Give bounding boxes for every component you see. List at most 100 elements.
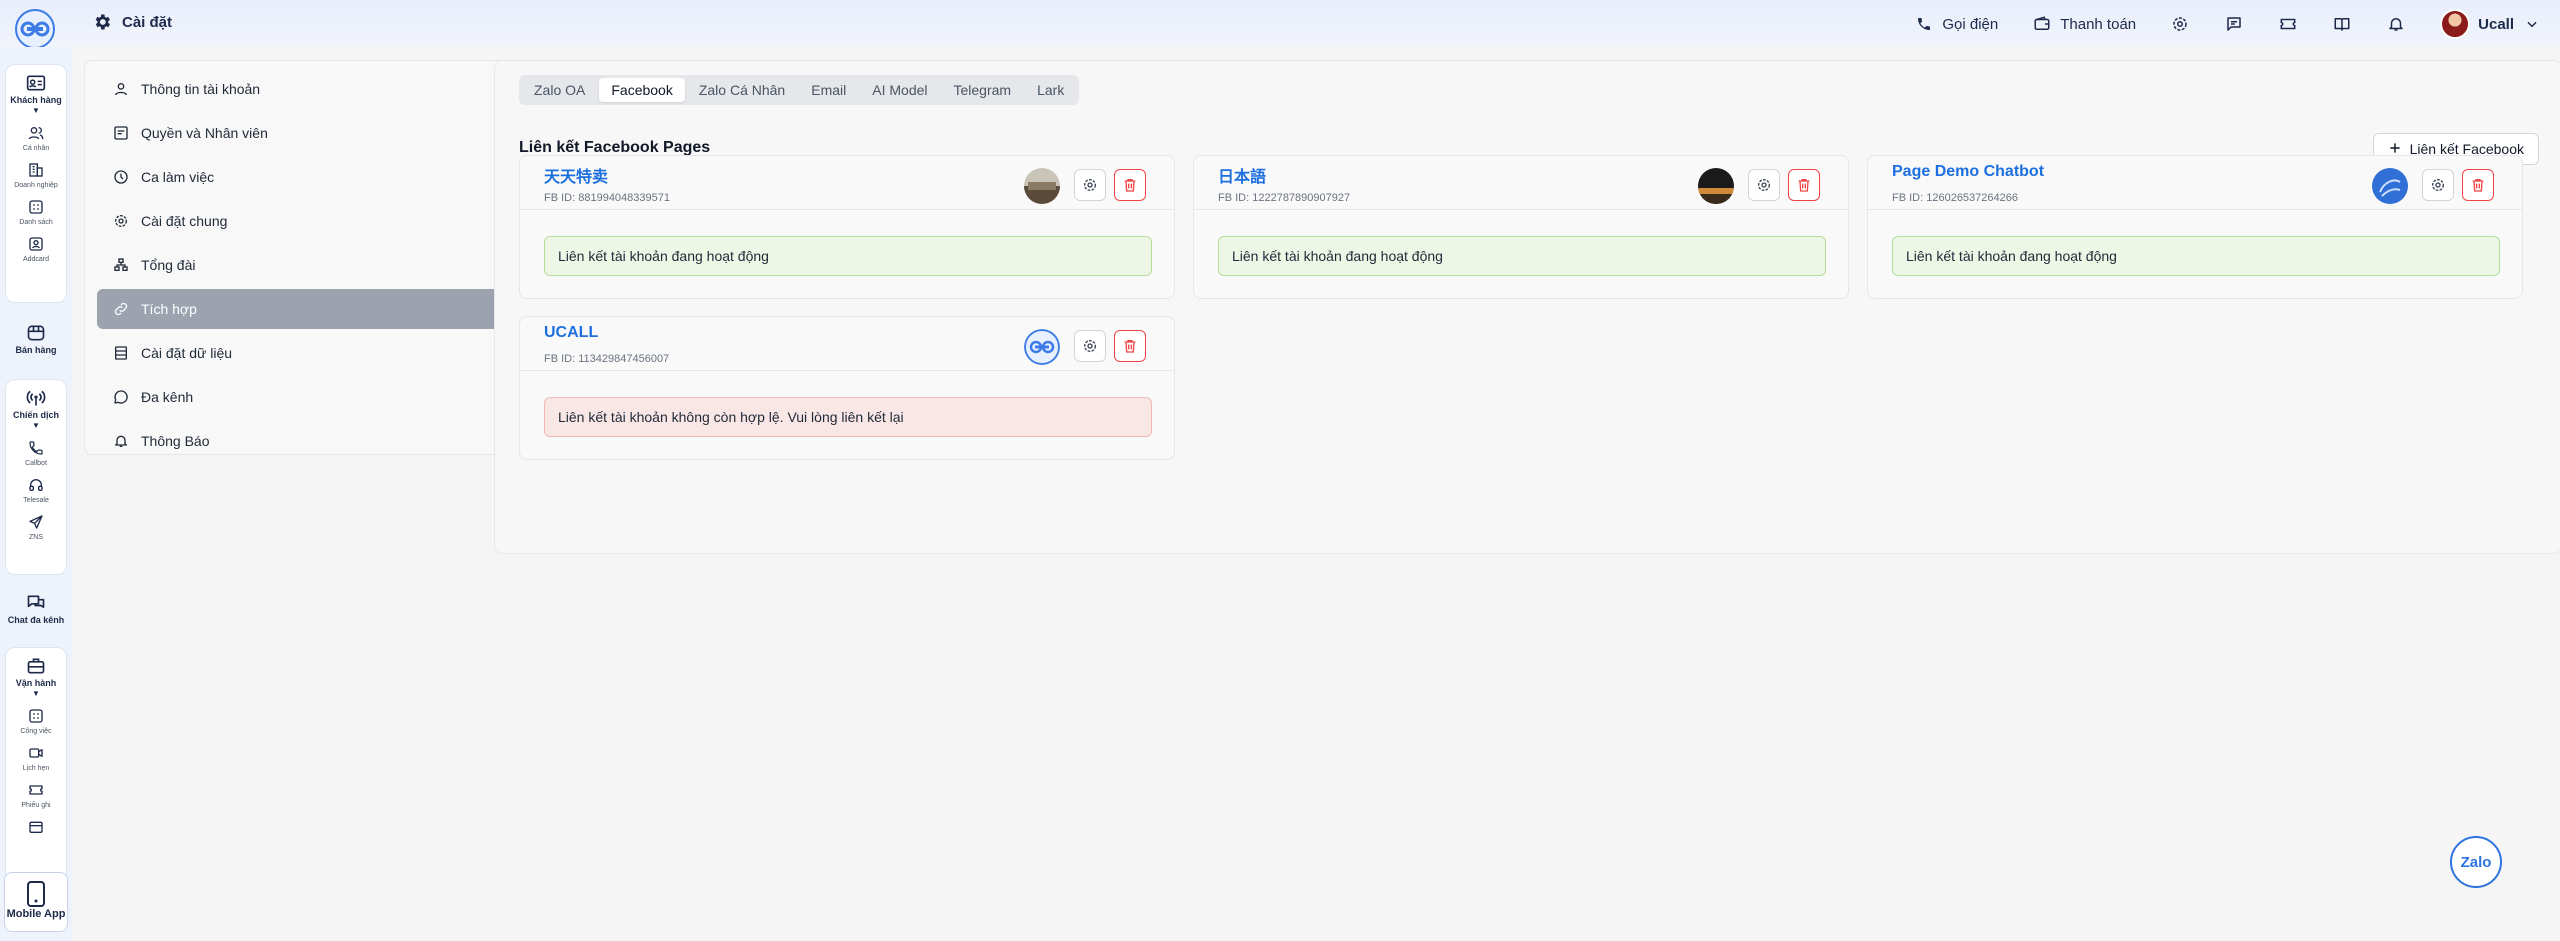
caret-down-icon: ▼ [32,106,40,115]
page-settings-button[interactable] [1748,169,1780,201]
broadcast-icon [26,388,46,408]
payment-button[interactable]: Thanh toán [2032,14,2136,34]
rail-subitem-notes[interactable]: Phiếu ghi [21,780,51,809]
page-delete-button[interactable] [1788,169,1820,201]
messages-button[interactable] [2224,14,2244,34]
rail-item-campaigns[interactable]: Chiến dịch ▼ [13,380,59,430]
caret-down-icon: ▼ [32,421,40,430]
page-settings-button[interactable] [2422,169,2454,201]
rail-sublabel-addcard: Addcard [22,256,50,263]
page-name-link[interactable]: 天天特卖 [544,163,608,187]
menu-label: Quyền và Nhân viên [141,125,268,141]
page-delete-button[interactable] [1114,169,1146,201]
ticket-icon [2278,14,2298,34]
headset-icon [26,475,46,495]
building-icon [26,160,46,180]
contact-card-icon [26,73,46,93]
page-fb-id: FB ID: 113429847456007 [544,353,670,365]
switchboard-icon [113,257,129,273]
guide-button[interactable] [2332,14,2352,34]
chevron-down-icon [2522,14,2542,34]
call-button[interactable]: Gọi điện [1914,14,1998,34]
menu-label: Ca làm việc [141,169,215,185]
rail-subitem-personal[interactable]: Cá nhân [23,123,49,152]
rail-subitem-telesale[interactable]: Telesale [23,475,49,504]
ticket-button[interactable] [2278,14,2298,34]
send-icon [26,512,46,532]
video-icon [26,743,46,763]
menu-item-general-settings[interactable]: Cài đặt chung [97,201,543,241]
rail-subitem-callbot[interactable]: Callbot [25,438,47,467]
rail-label-operations: Vận hành [15,678,57,688]
tab-telegram[interactable]: Telegram [942,78,1024,102]
bell-icon [2386,14,2406,34]
facebook-page-card: Page Demo Chatbot FB ID: 126026537264266… [1867,155,2523,299]
user-menu[interactable]: Ucall [2440,9,2542,39]
tab-facebook[interactable]: Facebook [599,78,685,102]
menu-item-data-settings[interactable]: Cài đặt dữ liệu [97,333,543,373]
rail-subitem-tasks[interactable]: Công việc [20,706,52,735]
menu-label: Tổng đài [141,257,196,273]
page-name-link[interactable]: Page Demo Chatbot [1892,163,2044,181]
caret-down-icon: ▼ [32,689,40,698]
menu-item-permissions-staff[interactable]: Quyền và Nhân viên [97,113,543,153]
bell-icon [113,433,129,449]
settings-shortcut-button[interactable] [2170,14,2190,34]
rail-label-campaigns: Chiến dịch [12,410,59,420]
page-title: Cài đặt [92,12,172,32]
mobile-app-button[interactable]: Mobile App [4,872,68,932]
tab-zalo-oa[interactable]: Zalo OA [522,78,597,102]
page-settings-button[interactable] [1074,330,1106,362]
rail-subitem-list[interactable]: Danh sách [19,197,53,226]
tab-email[interactable]: Email [799,78,858,102]
rail-subitem-more[interactable] [26,817,46,837]
top-bar: Cài đặt Gọi điện Thanh toán Ucall [0,0,2560,49]
link-icon [113,301,129,317]
rail-label-customers: Khách hàng [10,95,62,105]
tab-ai-model[interactable]: AI Model [860,78,939,102]
trash-icon [2472,179,2484,192]
rail-sublabel-list: Danh sách [19,219,53,226]
rail-item-operations[interactable]: Vận hành ▼ [15,648,57,698]
rail-sublabel-appointments: Lịch hẹn [22,765,50,772]
rail-item-omni-chat[interactable]: Chat đa kênh [5,585,67,635]
message-icon [2224,14,2244,34]
gear-icon [95,14,110,30]
id-card-icon [113,125,129,141]
payment-label: Thanh toán [2060,15,2137,33]
trash-icon [1798,179,1810,192]
menu-item-omnichannel[interactable]: Đa kênh [97,377,543,417]
menu-item-switchboard[interactable]: Tổng đài [97,245,543,285]
page-name-link[interactable]: UCALL [544,324,598,342]
rail-sublabel-telesale: Telesale [23,497,49,504]
page-delete-button[interactable] [2462,169,2494,201]
facebook-page-card: UCALL FB ID: 113429847456007 Liên kết tà… [519,316,1175,460]
rail-subitem-addcard[interactable]: Addcard [23,234,49,263]
notifications-button[interactable] [2386,14,2406,34]
tab-lark[interactable]: Lark [1025,78,1076,102]
link-status-message: Liên kết tài khoản đang hoạt động [1218,236,1826,276]
menu-item-integration[interactable]: Tích hợp [97,289,543,329]
rail-subitem-appointments[interactable]: Lịch hẹn [23,743,49,772]
page-name-link[interactable]: 日本語 [1218,163,1266,187]
tab-zalo-personal[interactable]: Zalo Cá Nhân [687,78,797,102]
ucall-logo[interactable] [12,6,58,52]
gear-icon [1758,179,1770,191]
settings-menu: Thông tin tài khoản Quyền và Nhân viên C… [84,60,556,455]
grid-icon [26,706,46,726]
rail-sublabel-tasks: Công việc [20,728,52,735]
gear-icon [1084,179,1096,191]
rail-item-customers[interactable]: Khách hàng ▼ [10,65,62,115]
menu-item-account-info[interactable]: Thông tin tài khoản [97,69,543,109]
store-icon [26,323,46,343]
menu-item-notifications[interactable]: Thông Báo [97,421,543,461]
rail-item-sales[interactable]: Bán hàng [5,315,67,365]
page-delete-button[interactable] [1114,330,1146,362]
chat-bubbles-icon [26,593,46,613]
menu-item-work-shift[interactable]: Ca làm việc [97,157,543,197]
zalo-chat-widget[interactable]: Zalo [2450,836,2502,888]
rail-subitem-business[interactable]: Doanh nghiệp [14,160,58,189]
users-icon [26,123,46,143]
page-settings-button[interactable] [1074,169,1106,201]
rail-subitem-zns[interactable]: ZNS [26,512,46,541]
